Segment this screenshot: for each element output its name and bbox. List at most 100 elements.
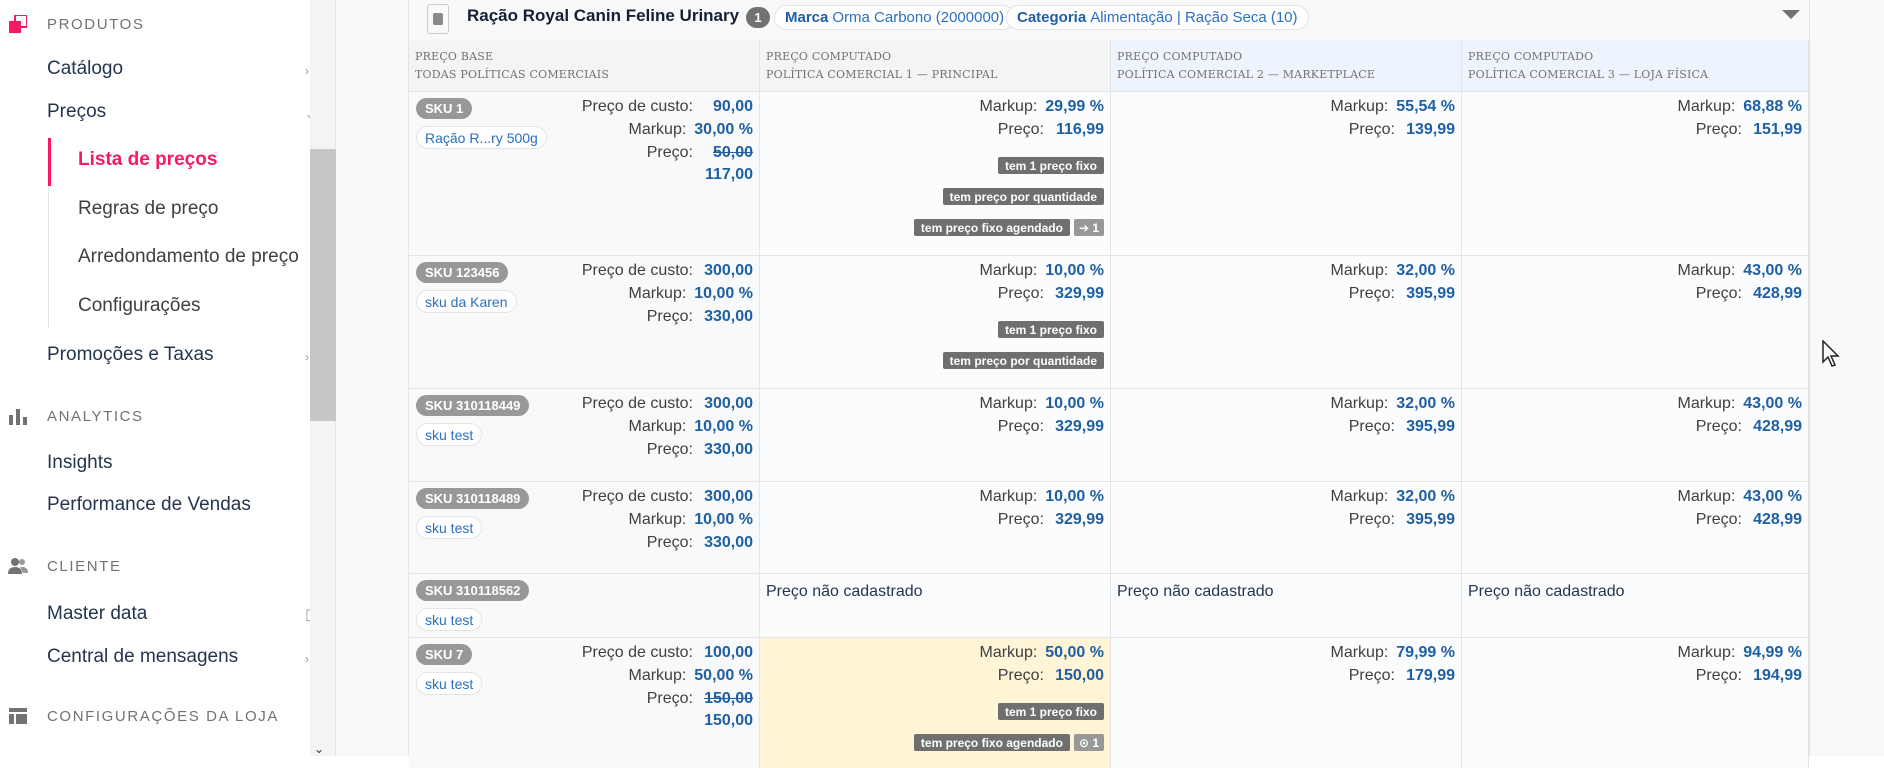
price-line: Preço: 179,99 — [1349, 667, 1455, 685]
chevron-right-icon: › — [305, 652, 309, 666]
pc1-price-cell[interactable]: Markup: 10,00 % Preço: 329,99 — [760, 482, 1111, 573]
markup-value: 10,00 % — [1045, 488, 1104, 505]
markup-label: Markup: — [628, 511, 687, 528]
markup-line: Markup: 94,99 % — [1677, 644, 1802, 662]
pc1-price-cell[interactable]: Markup: 29,99 % Preço: 116,99 tem 1 preço … — [760, 92, 1111, 255]
brand-pill[interactable]: Marca Orma Carbono (2000000) — [774, 5, 1016, 30]
markup-label: Markup: — [979, 395, 1038, 412]
price-label: Preço: — [997, 121, 1044, 138]
price-value: 428,99 — [1753, 511, 1802, 528]
sku-tag[interactable]: SKU 1 — [416, 98, 473, 119]
sidebar-item-performance[interactable]: Performance de Vendas — [47, 494, 251, 516]
sku-tag[interactable]: SKU 7 — [416, 644, 473, 665]
price-value: 330,00 — [704, 441, 753, 458]
price-label: Preço: — [997, 285, 1044, 302]
sku-name-pill[interactable]: sku test — [416, 516, 483, 539]
fixed-price-flag[interactable]: tem 1 preço fixo — [997, 703, 1104, 720]
cost-line: Preço de custo: 90,00 — [582, 98, 753, 116]
pc1-price-cell[interactable]: Preço não cadastrado — [760, 574, 1111, 637]
sidebar-item-promocoes[interactable]: Promoções e Taxas — [47, 344, 214, 366]
scheduled-count-badge[interactable]: ➔ 1 — [1073, 219, 1104, 236]
pc1-price-cell[interactable]: Markup: 50,00 % Preço: 150,00 tem 1 preço … — [760, 638, 1111, 768]
pc3-price-cell[interactable]: Markup: 43,00 % Preço: 428,99 — [1462, 482, 1809, 573]
sidebar-item-catalogo[interactable]: Catálogo — [47, 58, 123, 80]
pc3-price-cell[interactable]: Markup: 43,00 % Preço: 428,99 — [1462, 256, 1809, 388]
pc3-price-cell[interactable]: Markup: 43,00 % Preço: 428,99 — [1462, 389, 1809, 481]
table-row: SKU 123456 sku da Karen Preço de custo: 3… — [409, 256, 1809, 389]
quantity-price-flag[interactable]: tem preço por quantidade — [942, 188, 1104, 205]
sidebar-item-master-data[interactable]: Master data — [47, 603, 147, 625]
sidebar-group-label: ANALYTICS — [47, 407, 144, 425]
product-header[interactable]: Ração Royal Canin Feline Urinary 1 Marca… — [409, 0, 1809, 40]
quantity-price-flag[interactable]: tem preço por quantidade — [942, 352, 1104, 369]
markup-label: Markup: — [1330, 98, 1389, 115]
pc3-price-cell[interactable]: Markup: 94,99 % Preço: 194,99 — [1462, 638, 1809, 768]
sidebar-subitem-arredondamento[interactable]: Arredondamento de preço — [78, 246, 299, 268]
sku-tag[interactable]: SKU 310118562 — [416, 580, 530, 601]
sidebar-scrollbar-thumb[interactable] — [310, 149, 336, 421]
chevron-right-icon: › — [305, 64, 309, 78]
markup-value: 50,00 % — [694, 667, 753, 684]
sku-name-pill[interactable]: Ração R...ry 500g — [416, 126, 547, 149]
markup-line: Markup: 30,00 % — [628, 121, 753, 139]
sku-name-pill[interactable]: sku da Karen — [416, 290, 517, 313]
fixed-price-flag[interactable]: tem 1 preço fixo — [997, 321, 1104, 338]
pc2-price-cell[interactable]: Markup: 32,00 % Preço: 395,99 — [1111, 256, 1462, 388]
pc1-price-cell[interactable]: Markup: 10,00 % Preço: 329,99 tem 1 preço … — [760, 256, 1111, 388]
sku-tag[interactable]: SKU 123456 — [416, 262, 509, 283]
collapse-chevron-icon[interactable] — [1782, 10, 1800, 19]
scroll-down-icon[interactable]: ⌄ — [314, 742, 324, 756]
category-pill[interactable]: Categoria Alimentação | Ração Seca (10) — [1006, 5, 1309, 30]
pc2-price-cell[interactable]: Markup: 55,54 % Preço: 139,99 — [1111, 92, 1462, 255]
markup-value: 10,00 % — [694, 511, 753, 528]
column-header-pc1: PREÇO COMPUTADO POLÍTICA COMERCIAL 1 — P… — [760, 40, 1111, 92]
sidebar-subitem-configuracoes[interactable]: Configurações — [78, 295, 201, 317]
pc3-price-cell[interactable]: Preço não cadastrado — [1462, 574, 1809, 637]
sidebar-group-analytics: ANALYTICS — [0, 406, 144, 426]
sidebar-item-insights[interactable]: Insights — [47, 452, 112, 474]
base-price-cell[interactable]: SKU 7 sku test Preço de custo: 100,00 Mar… — [409, 638, 760, 768]
base-price-cell[interactable]: SKU 123456 sku da Karen Preço de custo: 3… — [409, 256, 760, 388]
price-line: Preço: 395,99 — [1349, 285, 1455, 303]
mouse-cursor-icon — [1822, 339, 1842, 373]
fixed-price-flag[interactable]: tem 1 preço fixo — [997, 157, 1104, 174]
sidebar-item-precos[interactable]: Preços — [47, 101, 106, 123]
sidebar-subitem-regras-de-preco[interactable]: Regras de preço — [78, 198, 218, 220]
price-label: Preço: — [1348, 418, 1395, 435]
product-card: Ração Royal Canin Feline Urinary 1 Marca… — [408, 0, 1810, 768]
pc2-price-cell[interactable]: Markup: 32,00 % Preço: 395,99 — [1111, 482, 1462, 573]
scheduled-price-flag[interactable]: tem preço fixo agendado — [913, 734, 1070, 751]
sku-tag[interactable]: SKU 310118489 — [416, 488, 530, 509]
sku-name-pill[interactable]: sku test — [416, 672, 483, 695]
price-line: Preço: 150,00 — [998, 667, 1104, 685]
base-price-cell[interactable]: SKU 310118489 sku test Preço de custo: 30… — [409, 482, 760, 573]
base-price-cell[interactable]: SKU 310118562 sku test — [409, 574, 760, 637]
table-row: SKU 310118562 sku test Preço não cadastr… — [409, 574, 1809, 638]
base-price-cell[interactable]: SKU 1 Ração R...ry 500g Preço de custo: 9… — [409, 92, 760, 255]
price-line: Preço: 330,00 — [647, 534, 753, 552]
sku-name-pill[interactable]: sku test — [416, 423, 483, 446]
sku-name-pill[interactable]: sku test — [416, 608, 483, 631]
price-line: Preço: 395,99 — [1349, 511, 1455, 529]
markup-label: Markup: — [628, 667, 687, 684]
old-price-value: 150,00 — [704, 690, 753, 707]
sku-tag[interactable]: SKU 310118449 — [416, 395, 530, 416]
markup-value: 43,00 % — [1743, 395, 1802, 412]
sidebar-group-label: CLIENTE — [47, 557, 122, 575]
base-price-cell[interactable]: SKU 310118449 sku test Preço de custo: 30… — [409, 389, 760, 481]
sidebar-subitem-lista-de-precos[interactable]: Lista de preços — [78, 149, 217, 171]
pc2-price-cell[interactable]: Preço não cadastrado — [1111, 574, 1462, 637]
markup-label: Markup: — [628, 285, 687, 302]
scheduled-flag-row: tem preço fixo agendado ➔ 1 — [913, 219, 1104, 236]
brand-label: Marca — [785, 9, 829, 26]
pc2-price-cell[interactable]: Markup: 79,99 % Preço: 179,99 — [1111, 638, 1462, 768]
pc2-price-cell[interactable]: Markup: 32,00 % Preço: 395,99 — [1111, 389, 1462, 481]
scheduled-count-badge[interactable]: ⊙ 1 — [1073, 734, 1104, 751]
table-row: SKU 310118449 sku test Preço de custo: 30… — [409, 389, 1809, 482]
markup-value: 43,00 % — [1743, 262, 1802, 279]
sidebar-item-central-mensagens[interactable]: Central de mensagens — [47, 646, 238, 668]
scheduled-price-flag[interactable]: tem preço fixo agendado — [913, 219, 1070, 236]
pc1-price-cell[interactable]: Markup: 10,00 % Preço: 329,99 — [760, 389, 1111, 481]
pc3-price-cell[interactable]: Markup: 68,88 % Preço: 151,99 — [1462, 92, 1809, 255]
price-line: Preço: 330,00 — [647, 308, 753, 326]
